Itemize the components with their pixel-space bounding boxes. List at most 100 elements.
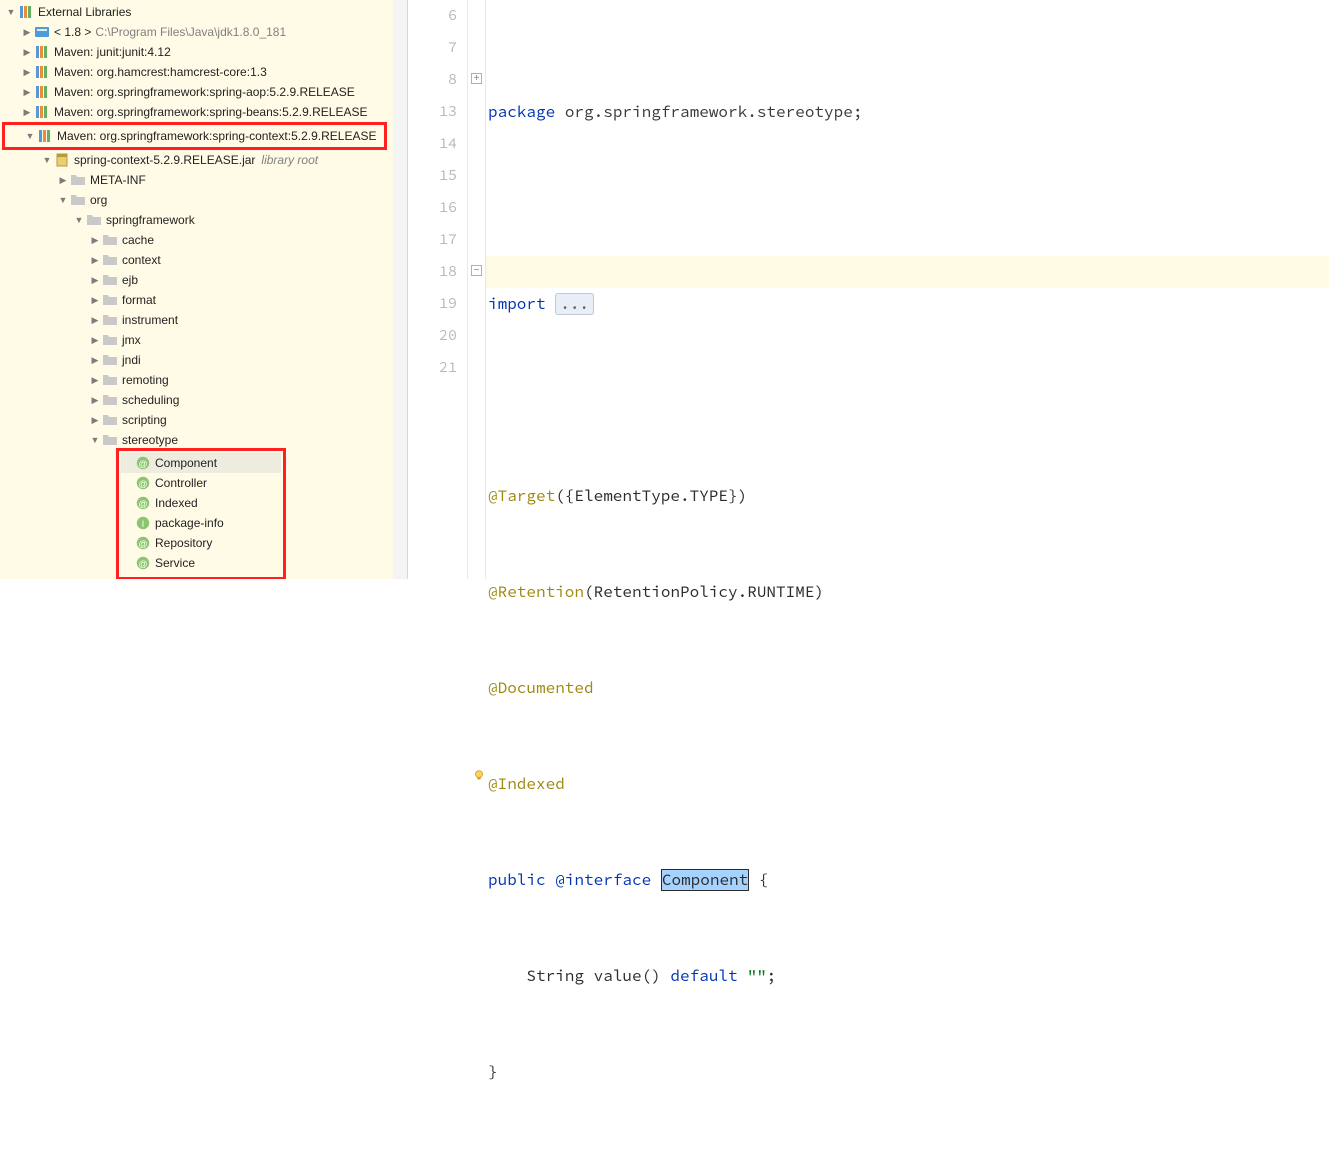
tree-label: org <box>90 190 107 210</box>
tree-class-component[interactable]: @Component <box>121 453 281 473</box>
folder-icon <box>102 292 118 308</box>
chevron-down-icon[interactable] <box>23 126 37 146</box>
line-number: 16 <box>408 192 457 224</box>
tree-jar-spring-context[interactable]: spring-context-5.2.9.RELEASE.jar library… <box>0 150 393 170</box>
tree-pkg-remoting[interactable]: remoting <box>0 370 393 390</box>
tree-maven-junit[interactable]: Maven: junit:junit:4.12 <box>0 42 393 62</box>
chevron-right-icon[interactable] <box>88 270 102 290</box>
tree-pkg-cache[interactable]: cache <box>0 230 393 250</box>
tree-class-repository[interactable]: @ Repository <box>121 533 281 553</box>
tree-scrollbar[interactable] <box>393 0 407 579</box>
fold-expand-icon[interactable]: + <box>471 73 482 84</box>
line-number: 15 <box>408 160 457 192</box>
editor-content[interactable]: package org.springframework.stereotype; … <box>486 0 1329 579</box>
chevron-right-icon[interactable] <box>88 290 102 310</box>
annotation-class-icon: @ <box>135 475 151 491</box>
tree-pkg-org[interactable]: org <box>0 190 393 210</box>
tree-pkg-instrument[interactable]: instrument <box>0 310 393 330</box>
tree-class-controller[interactable]: @Controller <box>121 473 281 493</box>
tree-pkg-springframework[interactable]: springframework <box>0 210 393 230</box>
tree-maven-beans[interactable]: Maven: org.springframework:spring-beans:… <box>0 102 393 122</box>
folder-icon <box>70 172 86 188</box>
folder-icon <box>102 232 118 248</box>
annotation: @Indexed <box>488 774 565 794</box>
chevron-down-icon[interactable] <box>72 210 86 230</box>
fold-collapse-icon[interactable]: − <box>471 265 482 276</box>
chevron-right-icon[interactable] <box>20 102 34 122</box>
tree-maven-hamcrest[interactable]: Maven: org.hamcrest:hamcrest-core:1.3 <box>0 62 393 82</box>
jar-icon <box>54 152 70 168</box>
tree-label: jmx <box>122 330 141 350</box>
tree-class-indexed[interactable]: @Indexed <box>121 493 281 513</box>
tree-sublabel: C:\Program Files\Java\jdk1.8.0_181 <box>95 22 286 42</box>
folder-icon <box>102 372 118 388</box>
tree-pkg-ejb[interactable]: ejb <box>0 270 393 290</box>
tree-label: scripting <box>122 410 167 430</box>
tree-pkg-context[interactable]: context <box>0 250 393 270</box>
tree-folder-metainf[interactable]: META-INF <box>0 170 393 190</box>
chevron-right-icon[interactable] <box>20 82 34 102</box>
tree-pkg-format[interactable]: format <box>0 290 393 310</box>
svg-text:@: @ <box>138 539 147 549</box>
chevron-right-icon[interactable] <box>88 310 102 330</box>
folder-icon <box>102 272 118 288</box>
chevron-right-icon[interactable] <box>88 250 102 270</box>
tree-class-package-info[interactable]: Ipackage-info <box>121 513 281 533</box>
keyword: public <box>488 870 546 890</box>
tree-root-external-libraries[interactable]: External Libraries <box>0 2 393 22</box>
tree-label: Controller <box>155 473 207 493</box>
chevron-down-icon[interactable] <box>4 2 18 22</box>
tree-label: format <box>122 290 156 310</box>
tree-label: Maven: org.hamcrest:hamcrest-core:1.3 <box>54 62 267 82</box>
code-text: value() <box>584 966 670 986</box>
folded-imports[interactable]: ... <box>555 293 594 315</box>
string-literal: "" <box>747 966 766 986</box>
annotation-class-icon: @ <box>135 495 151 511</box>
tree-pkg-scripting[interactable]: scripting <box>0 410 393 430</box>
chevron-right-icon[interactable] <box>88 390 102 410</box>
chevron-right-icon[interactable] <box>20 42 34 62</box>
keyword: default <box>670 966 737 986</box>
chevron-right-icon[interactable] <box>88 230 102 250</box>
tree-label: ejb <box>122 270 138 290</box>
tree-class-service[interactable]: @ Service <box>121 553 281 573</box>
library-icon <box>34 44 50 60</box>
tree-label: Repository <box>155 533 212 553</box>
tree-jdk[interactable]: < 1.8 > C:\Program Files\Java\jdk1.8.0_1… <box>0 22 393 42</box>
line-number: 14 <box>408 128 457 160</box>
keyword: package <box>488 102 555 122</box>
tree-label: spring-context-5.2.9.RELEASE.jar <box>74 150 255 170</box>
editor-fold-column[interactable]: + − <box>468 0 486 579</box>
chevron-right-icon[interactable] <box>88 330 102 350</box>
line-number: 13 <box>408 96 457 128</box>
line-number: 18 <box>408 256 457 288</box>
chevron-down-icon[interactable] <box>40 150 54 170</box>
folder-icon <box>102 312 118 328</box>
line-number: 17 <box>408 224 457 256</box>
folder-icon <box>102 432 118 448</box>
keyword: @interface <box>555 870 651 890</box>
tree-pkg-jmx[interactable]: jmx <box>0 330 393 350</box>
tree-maven-context[interactable]: Maven: org.springframework:spring-contex… <box>2 122 387 150</box>
code-text: (RetentionPolicy.RUNTIME) <box>584 582 824 602</box>
line-number: 19 <box>408 288 457 320</box>
tree-label: META-INF <box>90 170 146 190</box>
chevron-right-icon[interactable] <box>56 170 70 190</box>
tree-label: Service <box>155 553 195 573</box>
chevron-right-icon[interactable] <box>88 350 102 370</box>
svg-text:@: @ <box>138 499 147 509</box>
chevron-right-icon[interactable] <box>20 62 34 82</box>
tree-pkg-stereotype[interactable]: stereotype <box>0 430 393 450</box>
tree-label: External Libraries <box>38 2 131 22</box>
tree-maven-aop[interactable]: Maven: org.springframework:spring-aop:5.… <box>0 82 393 102</box>
chevron-right-icon[interactable] <box>20 22 34 42</box>
chevron-down-icon[interactable] <box>56 190 70 210</box>
svg-text:@: @ <box>138 559 147 569</box>
chevron-down-icon[interactable] <box>88 430 102 450</box>
chevron-right-icon[interactable] <box>88 370 102 390</box>
intention-bulb-icon[interactable] <box>472 768 486 782</box>
tree-pkg-scheduling[interactable]: scheduling <box>0 390 393 410</box>
code-text: org.springframework.stereotype; <box>565 102 863 122</box>
tree-pkg-jndi[interactable]: jndi <box>0 350 393 370</box>
chevron-right-icon[interactable] <box>88 410 102 430</box>
